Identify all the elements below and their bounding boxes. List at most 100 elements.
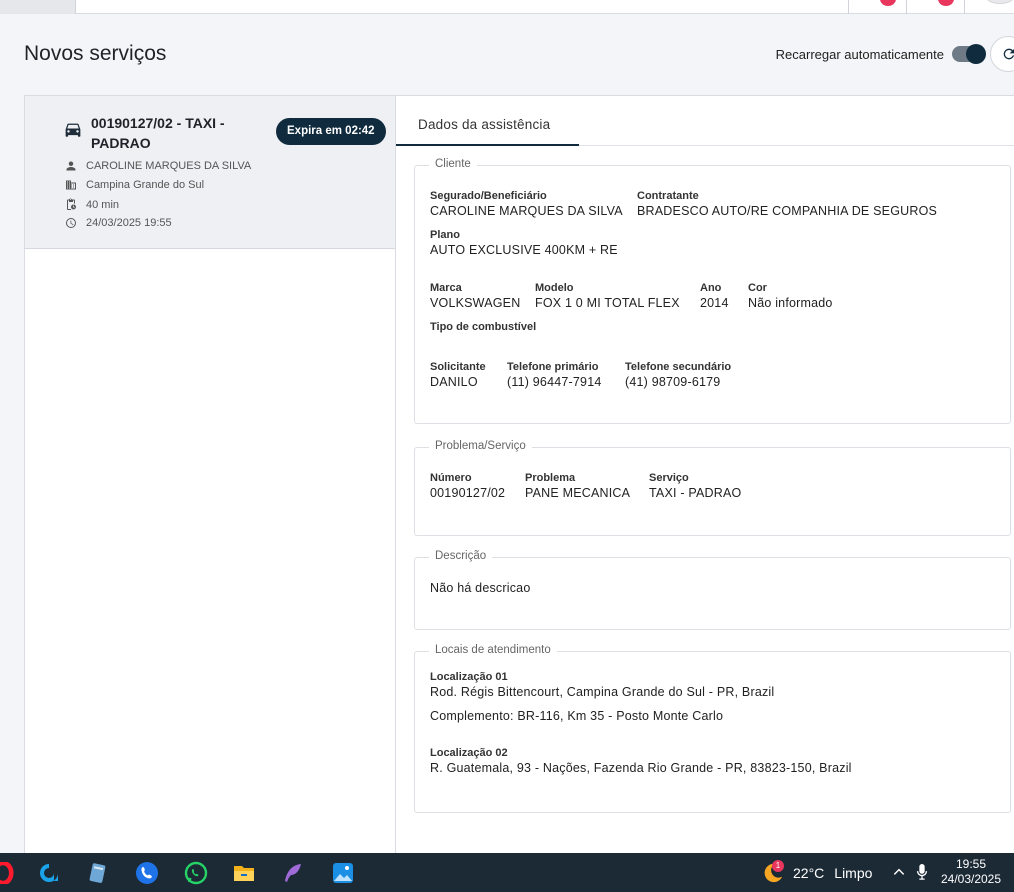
field-label: Contratante xyxy=(637,190,699,202)
toolbar-divider xyxy=(964,0,965,14)
clock-time: 19:55 xyxy=(955,857,987,871)
refresh-icon xyxy=(1003,48,1014,60)
field-label: Telefone primário xyxy=(507,361,599,373)
toolbar-divider xyxy=(906,0,907,14)
ano-field: Ano 2014 xyxy=(700,282,729,310)
clock-icon xyxy=(66,218,76,228)
weather-moon-icon: 1 xyxy=(762,860,784,884)
clock-date: 24/03/2025 xyxy=(940,872,1002,886)
microphone-icon[interactable] xyxy=(916,864,928,880)
field-value: DANILO xyxy=(430,375,478,389)
field-value: TAXI - PADRAO xyxy=(649,486,742,500)
notepad-icon[interactable] xyxy=(84,860,110,886)
field-value[interactable]: (11) 96447-7914 xyxy=(507,375,602,389)
service-details-panel: Dados da assistência Cliente Segurado/Be… xyxy=(396,95,1014,855)
problema-field: Problema PANE MECANICA xyxy=(525,472,630,500)
field-value: Não há descricao xyxy=(430,581,531,595)
top-strip xyxy=(0,0,1014,14)
telefone-secundario-field: Telefone secundário (41) 98709-6179 xyxy=(625,361,731,389)
field-label: Localização 01 xyxy=(430,671,508,683)
chevron-up-icon[interactable] xyxy=(892,865,906,879)
details-tabs: Dados da assistência xyxy=(396,102,1014,146)
app-a-icon[interactable] xyxy=(36,860,62,886)
weather-temp: 22°C xyxy=(793,865,825,881)
photos-app-icon[interactable] xyxy=(330,860,356,886)
weather-badge: 1 xyxy=(772,860,784,872)
marca-field: Marca VOLKSWAGEN xyxy=(430,282,520,310)
notification-dot-1[interactable] xyxy=(880,0,896,6)
numero-field: Número 00190127/02 xyxy=(430,472,505,500)
field-value: CAROLINE MARQUES DA SILVA xyxy=(430,204,623,218)
notification-dot-2[interactable] xyxy=(938,0,954,6)
problema-section: Problema/Serviço Número 00190127/02 Prob… xyxy=(414,440,1011,536)
building-icon xyxy=(66,180,76,190)
field-label: Número xyxy=(430,472,472,484)
locais-section: Locais de atendimento Localização 01 Rod… xyxy=(414,644,1011,813)
field-value: BRADESCO AUTO/RE COMPANHIA DE SEGUROS xyxy=(637,204,938,218)
file-explorer-icon[interactable] xyxy=(231,860,257,886)
field-label: Solicitante xyxy=(430,361,486,373)
weather-text: Limpo xyxy=(834,865,873,881)
solicitante-field: Solicitante DANILO xyxy=(430,361,486,389)
field-label: Modelo xyxy=(535,282,574,294)
field-value: VOLKSWAGEN xyxy=(430,296,521,310)
field-value[interactable]: (41) 98709-6179 xyxy=(625,375,731,389)
combustivel-field: Tipo de combustível xyxy=(430,321,536,333)
system-tray xyxy=(892,864,928,880)
refresh-button[interactable] xyxy=(990,36,1014,72)
opera-icon[interactable] xyxy=(0,860,16,886)
clipboard-timer-icon xyxy=(67,198,76,210)
field-label: Problema xyxy=(525,472,576,484)
tab-label: Dados da assistência xyxy=(418,117,551,132)
field-label: Tipo de combustível xyxy=(430,321,537,333)
person-icon xyxy=(66,161,76,171)
field-value: Rod. Régis Bittencourt, Campina Grande d… xyxy=(430,685,775,699)
field-value: PANE MECANICA xyxy=(525,486,631,500)
whatsapp-icon[interactable] xyxy=(183,860,209,886)
cliente-section: Cliente Segurado/Beneficiário CAROLINE M… xyxy=(414,158,1011,424)
plano-field: Plano AUTO EXCLUSIVE 400KM + RE xyxy=(430,229,618,257)
field-complemento: Complemento: BR-116, Km 35 - Posto Monte… xyxy=(430,709,724,723)
localizacao-01-field: Localização 01 Rod. Régis Bittencourt, C… xyxy=(430,671,774,723)
card-datetime-row: 24/03/2025 19:55 xyxy=(65,217,172,229)
expiry-badge: Expira em 02:42 xyxy=(276,118,386,145)
service-card[interactable]: 00190127/02 - TAXI - PADRAO Expira em 02… xyxy=(25,96,395,249)
auto-reload-toggle[interactable] xyxy=(952,44,986,64)
section-legend: Problema/Serviço xyxy=(429,440,532,452)
browser-tab-left[interactable] xyxy=(0,0,76,14)
field-value: 00190127/02 xyxy=(430,486,506,500)
field-label: Plano xyxy=(430,229,460,241)
servico-field: Serviço TAXI - PADRAO xyxy=(649,472,741,500)
feather-app-icon[interactable] xyxy=(280,860,306,886)
auto-reload-label: Recarregar automaticamente xyxy=(775,46,944,62)
field-label: Telefone secundário xyxy=(625,361,732,373)
service-list-panel: 00190127/02 - TAXI - PADRAO Expira em 02… xyxy=(24,95,396,855)
field-label: Cor xyxy=(748,282,767,294)
card-datetime: 24/03/2025 19:55 xyxy=(86,217,172,229)
field-value: R. Guatemala, 93 - Nações, Fazenda Rio G… xyxy=(430,761,852,775)
localizacao-02-field: Localização 02 R. Guatemala, 93 - Nações… xyxy=(430,747,852,775)
field-label: Serviço xyxy=(649,472,689,484)
toggle-knob xyxy=(966,44,986,64)
field-value: 2014 xyxy=(700,296,729,310)
card-client-row: CAROLINE MARQUES DA SILVA xyxy=(65,160,251,172)
field-label: Segurado/Beneficiário xyxy=(430,190,547,202)
taskbar: 1 22°C Limpo 19:55 24/03/2025 xyxy=(0,853,1014,892)
toolbar-divider xyxy=(848,0,849,14)
car-icon xyxy=(65,123,81,137)
section-legend: Cliente xyxy=(429,158,477,170)
taskbar-clock[interactable]: 19:55 24/03/2025 xyxy=(940,857,1002,887)
weather-widget[interactable]: 1 22°C Limpo xyxy=(762,860,873,884)
segurado-field: Segurado/Beneficiário CAROLINE MARQUES D… xyxy=(430,190,623,218)
descricao-field: Não há descricao xyxy=(430,579,530,595)
avatar[interactable] xyxy=(986,0,1014,4)
field-label: Ano xyxy=(700,282,722,294)
card-duration-row: 40 min xyxy=(65,198,119,211)
telefone-primario-field: Telefone primário (11) 96447-7914 xyxy=(507,361,602,389)
field-label: Localização 02 xyxy=(430,747,508,759)
tab-dados-assistencia[interactable]: Dados da assistência xyxy=(396,102,579,146)
auto-reload-control: Recarregar automaticamente xyxy=(776,36,1014,72)
card-city: Campina Grande do Sul xyxy=(86,179,205,191)
section-legend: Locais de atendimento xyxy=(429,644,557,656)
phone-app-icon[interactable] xyxy=(134,860,160,886)
